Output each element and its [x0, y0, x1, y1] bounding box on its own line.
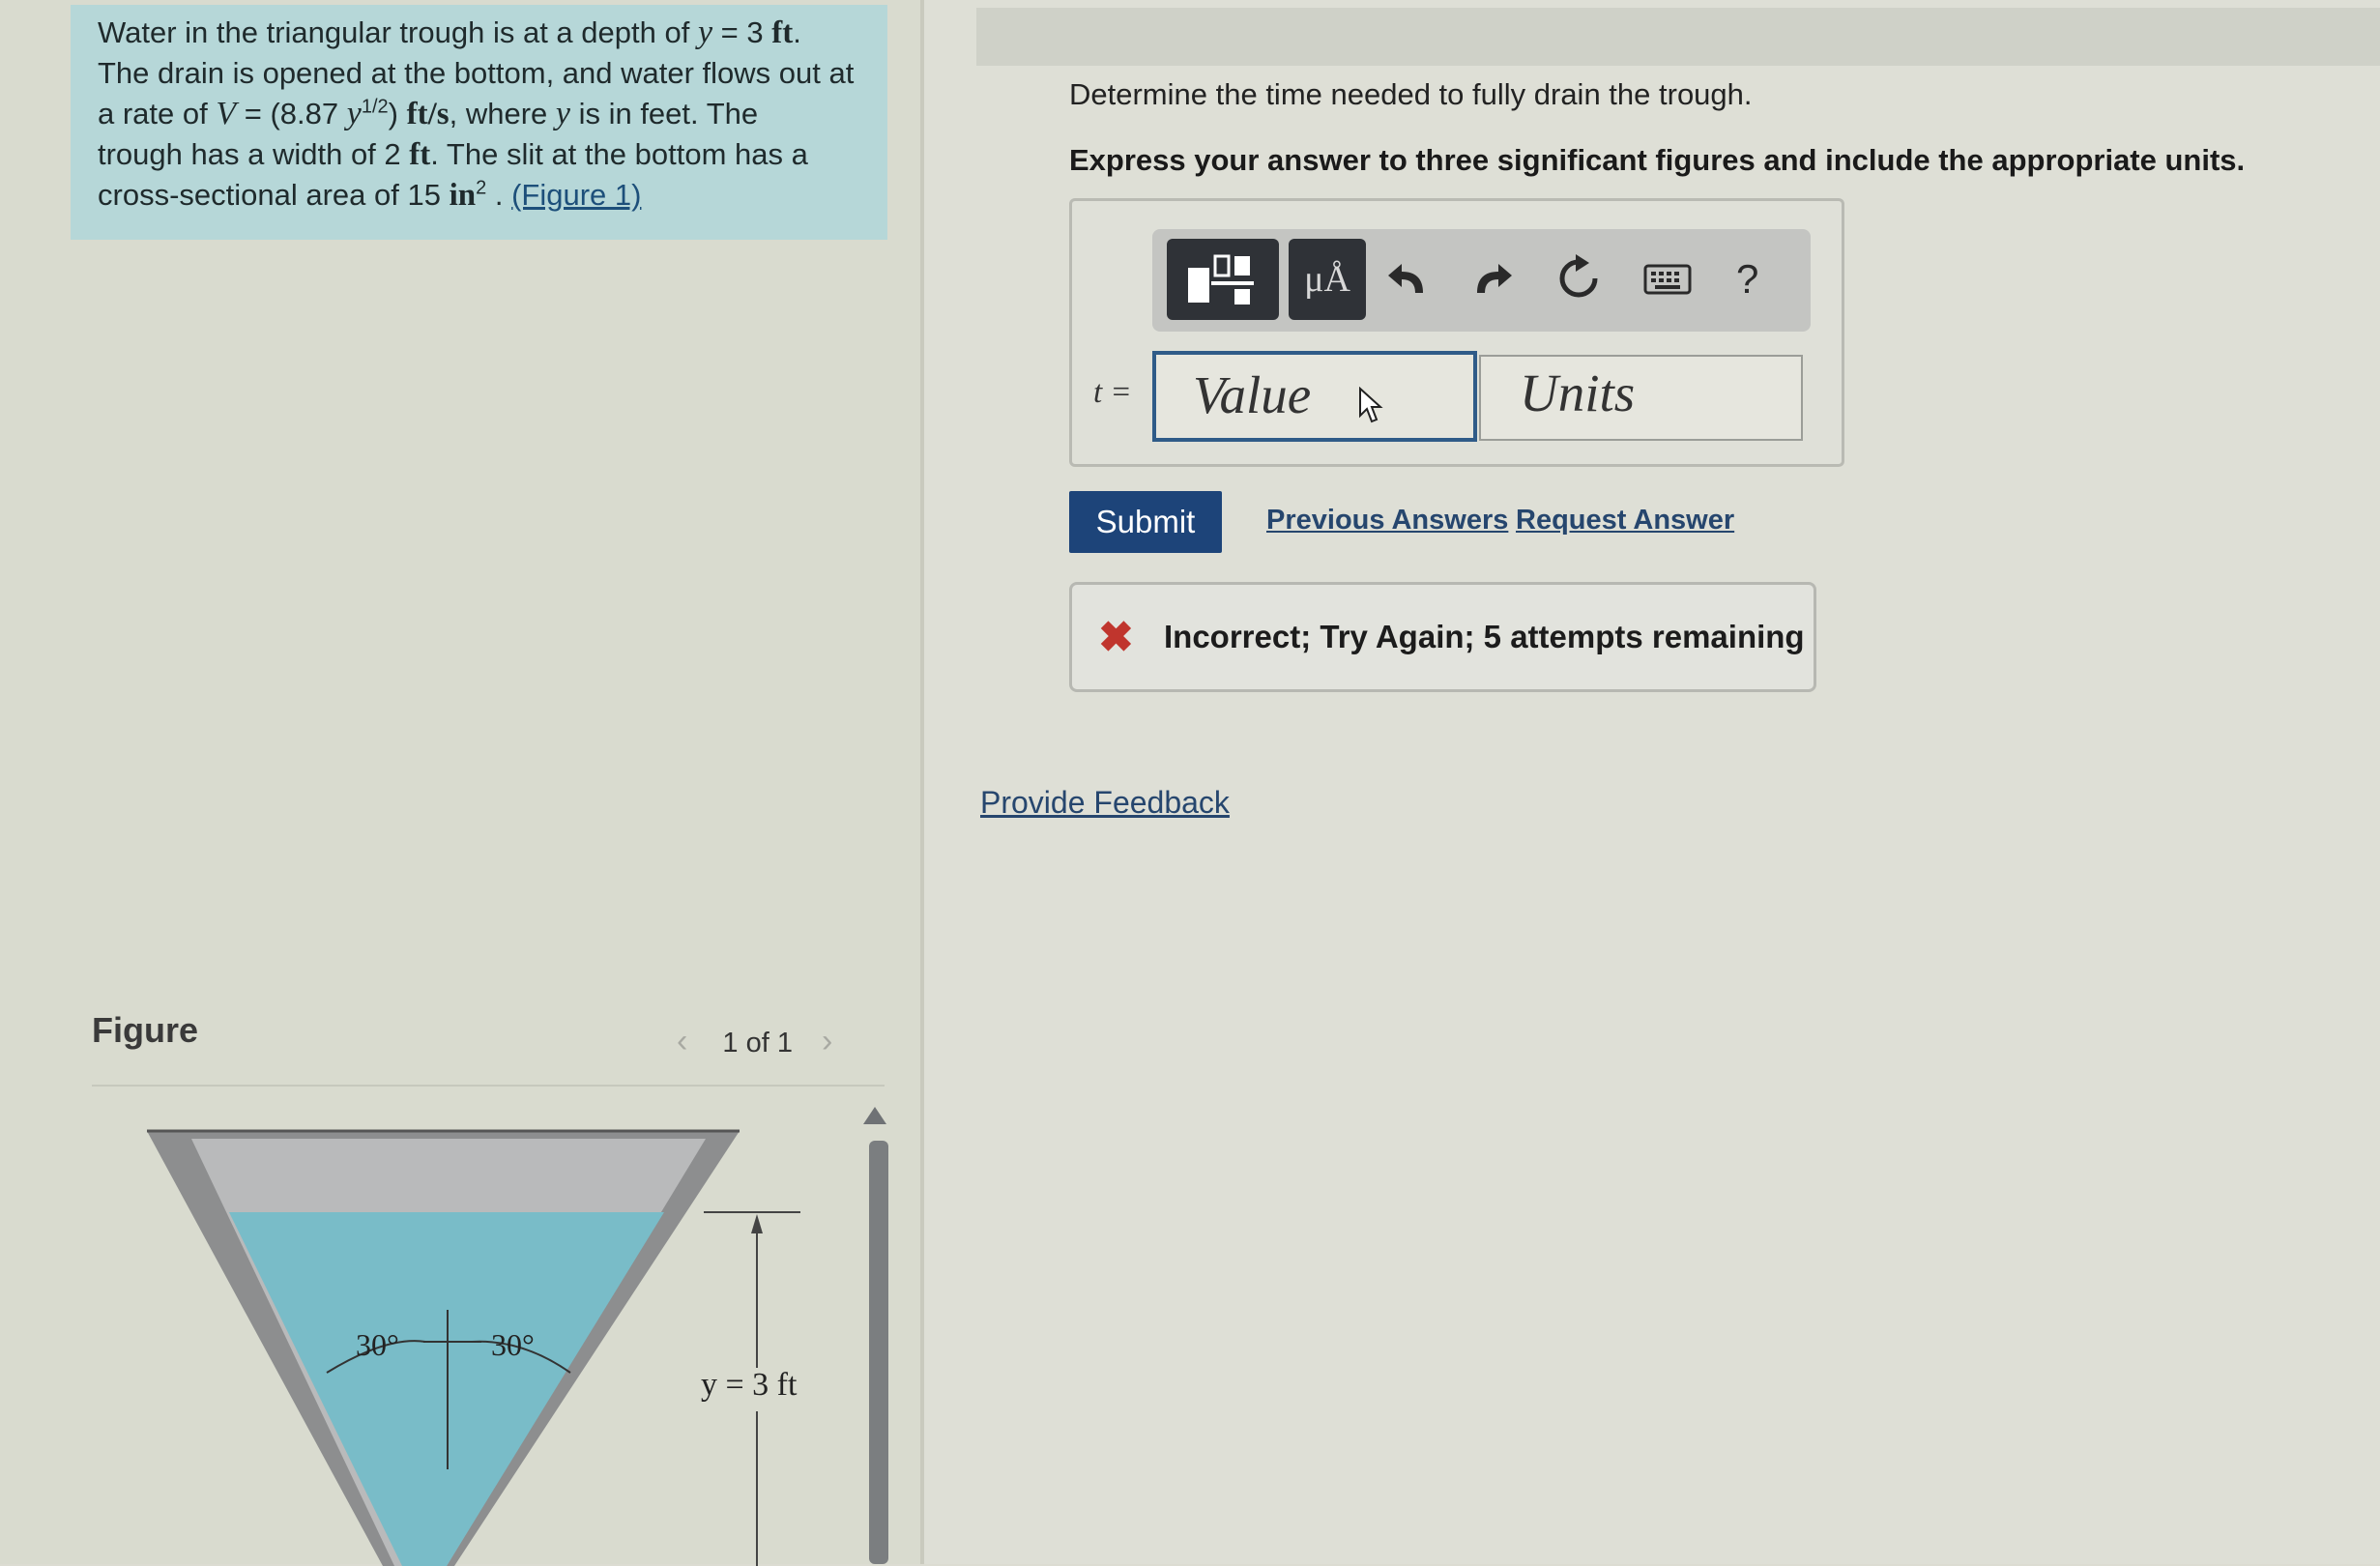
problem-line-4: trough has a width of 2 ft. The slit at …	[98, 137, 808, 172]
top-strip	[976, 8, 2380, 66]
figure-prev-arrow-icon[interactable]: ‹	[677, 1023, 687, 1059]
answer-variable-label: t =	[1093, 375, 1132, 410]
problem-statement: Water in the triangular trough is at a d…	[71, 5, 887, 240]
figure-page-count: 1 of 1	[722, 1028, 793, 1058]
redo-icon[interactable]	[1467, 254, 1516, 303]
answer-instruction: Express your answer to three significant…	[1069, 143, 2246, 177]
reset-icon[interactable]	[1554, 254, 1603, 303]
templates-button[interactable]	[1167, 239, 1279, 320]
feedback-message: Incorrect; Try Again; 5 attempts remaini…	[1164, 619, 1805, 654]
help-icon[interactable]: ?	[1736, 252, 1758, 306]
depth-label: y = 3 ft	[701, 1367, 798, 1403]
trough-figure: 30° 30° y = 3 ft	[147, 1129, 800, 1566]
submit-button[interactable]: Submit	[1069, 491, 1222, 553]
units-symbol-button[interactable]: μÅ	[1289, 239, 1366, 320]
problem-line-5: cross-sectional area of 15 in2 . (Figure…	[98, 177, 642, 213]
units-input[interactable]: Units	[1479, 355, 1803, 441]
request-answer-link[interactable]: Request Answer	[1516, 505, 1734, 536]
problem-line-1: Water in the triangular trough is at a d…	[98, 14, 801, 50]
figure-separator	[92, 1085, 885, 1087]
undo-icon[interactable]	[1384, 254, 1433, 303]
scroll-up-arrow-icon[interactable]	[863, 1107, 886, 1124]
figure-title: Figure	[92, 1010, 199, 1050]
previous-answers-link[interactable]: Previous Answers	[1266, 505, 1508, 536]
mouse-cursor-icon	[1359, 387, 1383, 423]
keyboard-icon[interactable]	[1643, 262, 1692, 297]
figure-scrollbar[interactable]	[869, 1141, 888, 1564]
problem-line-2: The drain is opened at the bottom, and w…	[98, 56, 855, 90]
angle-left-label: 30°	[356, 1327, 399, 1362]
figure-1-link[interactable]: (Figure 1)	[511, 178, 641, 212]
figure-next-arrow-icon[interactable]: ›	[822, 1023, 832, 1059]
question-prompt: Determine the time needed to fully drain…	[1069, 77, 1753, 111]
value-input[interactable]: Value	[1152, 351, 1477, 442]
provide-feedback-link[interactable]: Provide Feedback	[980, 785, 1230, 821]
problem-line-3: a rate of V = (8.87 y1/2) ft/s, where y …	[98, 96, 759, 131]
templates-icon	[1188, 254, 1254, 304]
figure-pager: ‹ 1 of 1 ›	[677, 1023, 832, 1060]
math-toolbar: μÅ ?	[1152, 229, 1811, 332]
incorrect-x-icon: ✖	[1098, 614, 1134, 661]
angle-right-label: 30°	[491, 1327, 535, 1362]
